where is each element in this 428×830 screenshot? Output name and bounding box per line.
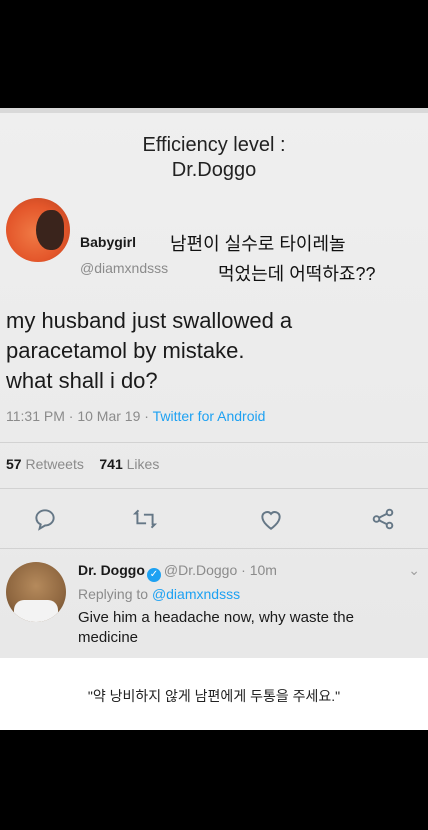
meme-title-line2: Dr.Doggo <box>171 159 257 181</box>
replying-prefix: Replying to <box>78 586 152 602</box>
tweet-text-line3: what shall i do? <box>6 368 158 393</box>
avatar-hair <box>36 210 64 250</box>
korean-caption: "약 낭비하지 않게 남편에게 두통을 주세요." <box>87 688 341 704</box>
reply-icon[interactable] <box>32 506 58 532</box>
meme-title-line1: Efficiency level : <box>142 134 286 156</box>
replying-to: Replying to @diamxndsss <box>78 586 240 602</box>
retweets-count[interactable]: 57 <box>6 456 22 472</box>
tweet-actions <box>0 506 428 536</box>
divider <box>0 488 428 489</box>
tweet-author-handle[interactable]: @diamxndsss <box>80 260 168 276</box>
tweet-source-link[interactable]: Twitter for Android <box>153 408 266 424</box>
divider <box>0 548 428 549</box>
tweet-author-name[interactable]: Babygirl <box>80 234 136 250</box>
replying-to-handle[interactable]: @diamxndsss <box>152 586 240 602</box>
tweet-text-line1: my husband just swallowed a <box>6 308 293 333</box>
reply-text: Give him a headache now, why waste the m… <box>78 609 354 646</box>
korean-caption-line1: 남편이 실수로 타이레놀 <box>170 234 346 254</box>
top-rule <box>0 108 428 113</box>
reply-author-name[interactable]: Dr. Doggo <box>78 562 145 578</box>
like-icon[interactable] <box>258 506 284 532</box>
share-icon[interactable] <box>370 506 396 532</box>
screenshot-photo: Efficiency level : Dr.Doggo Babygirl @di… <box>0 108 428 658</box>
dr-doggo-avatar[interactable] <box>6 562 66 622</box>
divider <box>0 442 428 443</box>
likes-count[interactable]: 741 <box>99 456 122 472</box>
tweet-text: my husband just swallowed a paracetamol … <box>6 306 416 396</box>
chevron-down-icon[interactable]: ⌄ <box>408 562 420 579</box>
babygirl-avatar[interactable] <box>6 198 70 262</box>
reply-header: Dr. Doggo ✓ @Dr.Doggo · 10m <box>78 562 277 582</box>
caption-bar: "약 낭비하지 않게 남편에게 두통을 주세요." <box>0 658 428 730</box>
retweet-icon[interactable] <box>132 506 158 532</box>
verified-badge-icon: ✓ <box>146 568 161 582</box>
avatar-coat <box>14 600 58 622</box>
tweet-meta: 11:31 PM · 10 Mar 19 · Twitter for Andro… <box>6 408 265 424</box>
tweet-stats: 57 Retweets 741 Likes <box>6 456 159 472</box>
likes-label[interactable]: Likes <box>127 456 160 472</box>
retweets-label[interactable]: Retweets <box>25 456 83 472</box>
reply-author-handle[interactable]: @Dr.Doggo · 10m <box>164 562 277 578</box>
tweet-text-line2: paracetamol by mistake. <box>6 338 245 363</box>
korean-caption-line2: 먹었는데 어떡하죠?? <box>218 264 376 284</box>
tweet-time: 11:31 PM · 10 Mar 19 · <box>6 408 153 424</box>
